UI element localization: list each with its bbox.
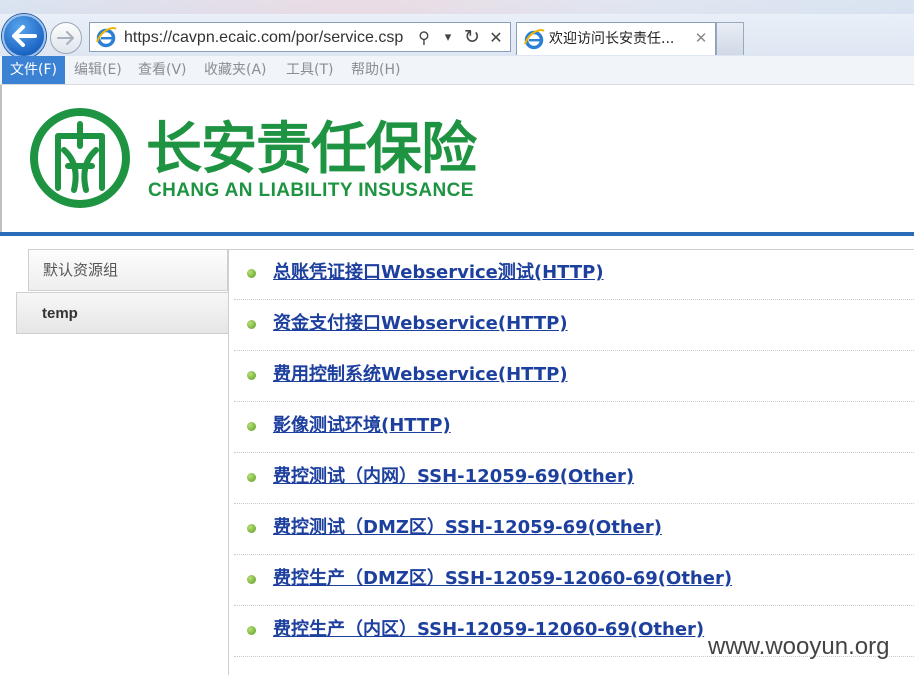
resource-link[interactable]: 影像测试环境(HTTP) [273, 414, 451, 438]
resource-link[interactable]: 总账凭证接口Webservice测试(HTTP) [273, 261, 604, 285]
menu-tools[interactable]: 工具(T) [278, 56, 341, 84]
tab-title: 欢迎访问长安责任... [549, 31, 675, 47]
resource-link[interactable]: 费控生产（DMZ区）SSH-12059-12060-69(Other) [273, 567, 732, 591]
sidebar-item-temp[interactable]: temp [16, 292, 229, 334]
list-item: 总账凭证接口Webservice测试(HTTP) [234, 250, 914, 300]
bullet-icon [247, 422, 256, 431]
list-item: 费控测试（内网）SSH-12059-69(Other) [234, 454, 914, 504]
bullet-icon [247, 269, 256, 278]
menu-file[interactable]: 文件(F) [2, 56, 65, 84]
browser-tab-active[interactable]: 欢迎访问长安责任... ✕ [516, 22, 716, 55]
menu-edit[interactable]: 编辑(E) [66, 56, 130, 84]
address-bar[interactable]: https://cavpn.ecaic.com/por/service.csp … [89, 22, 511, 52]
resource-link[interactable]: 费用控制系统Webservice(HTTP) [273, 363, 568, 387]
header-divider [0, 232, 914, 236]
watermark: www.wooyun.org [708, 633, 890, 660]
menu-favorites[interactable]: 收藏夹(A) [196, 56, 275, 84]
arrow-left-icon [12, 25, 37, 47]
sidebar-item-default-group[interactable]: 默认资源组 [28, 249, 228, 291]
resource-link[interactable]: 资金支付接口Webservice(HTTP) [273, 312, 568, 336]
list-item: 资金支付接口Webservice(HTTP) [234, 301, 914, 351]
titlebar-strip [0, 0, 914, 14]
resource-list: 总账凭证接口Webservice测试(HTTP) 资金支付接口Webservic… [234, 250, 914, 658]
resource-link[interactable]: 费控测试（DMZ区）SSH-12059-69(Other) [273, 516, 662, 540]
bullet-icon [247, 524, 256, 533]
company-logo: 长安责任保险 CHANG AN LIABILITY INSUSANCE [28, 104, 498, 214]
logo-chinese-name: 长安责任保险 [146, 117, 477, 182]
ie-logo-icon [524, 29, 545, 50]
address-url[interactable]: https://cavpn.ecaic.com/por/service.csp [124, 28, 408, 48]
list-item: 费控生产（DMZ区）SSH-12059-12060-69(Other) [234, 556, 914, 606]
bullet-icon [247, 320, 256, 329]
bullet-icon [247, 575, 256, 584]
search-icon[interactable]: ⚲ [414, 27, 434, 47]
bullet-icon [247, 473, 256, 482]
company-emblem-icon [30, 108, 130, 208]
list-item: 费用控制系统Webservice(HTTP) [234, 352, 914, 402]
menu-help[interactable]: 帮助(H) [343, 56, 408, 84]
resource-link[interactable]: 费控生产（内区）SSH-12059-12060-69(Other) [273, 618, 704, 642]
list-item: 费控测试（DMZ区）SSH-12059-69(Other) [234, 505, 914, 555]
content-frame-left [228, 249, 229, 675]
logo-english-name: CHANG AN LIABILITY INSUSANCE [148, 180, 474, 201]
forward-button[interactable] [50, 22, 82, 54]
browser-toolbar: https://cavpn.ecaic.com/por/service.csp … [0, 0, 914, 58]
page-frame-edge [0, 85, 2, 233]
refresh-icon[interactable]: ↻ [462, 26, 482, 48]
bullet-icon [247, 626, 256, 635]
back-button[interactable] [2, 14, 46, 58]
ie-logo-icon [96, 27, 117, 48]
resource-link[interactable]: 费控测试（内网）SSH-12059-69(Other) [273, 465, 634, 489]
menu-view[interactable]: 查看(V) [130, 56, 195, 84]
close-icon[interactable]: ✕ [693, 30, 709, 46]
arrow-right-icon [57, 31, 74, 45]
stop-icon[interactable]: ✕ [486, 27, 506, 47]
new-tab-button[interactable] [716, 22, 744, 55]
bullet-icon [247, 371, 256, 380]
list-item: 影像测试环境(HTTP) [234, 403, 914, 453]
menu-bar: 文件(F) 编辑(E) 查看(V) 收藏夹(A) 工具(T) 帮助(H) [0, 56, 914, 85]
chevron-down-icon[interactable]: ▾ [438, 27, 458, 47]
